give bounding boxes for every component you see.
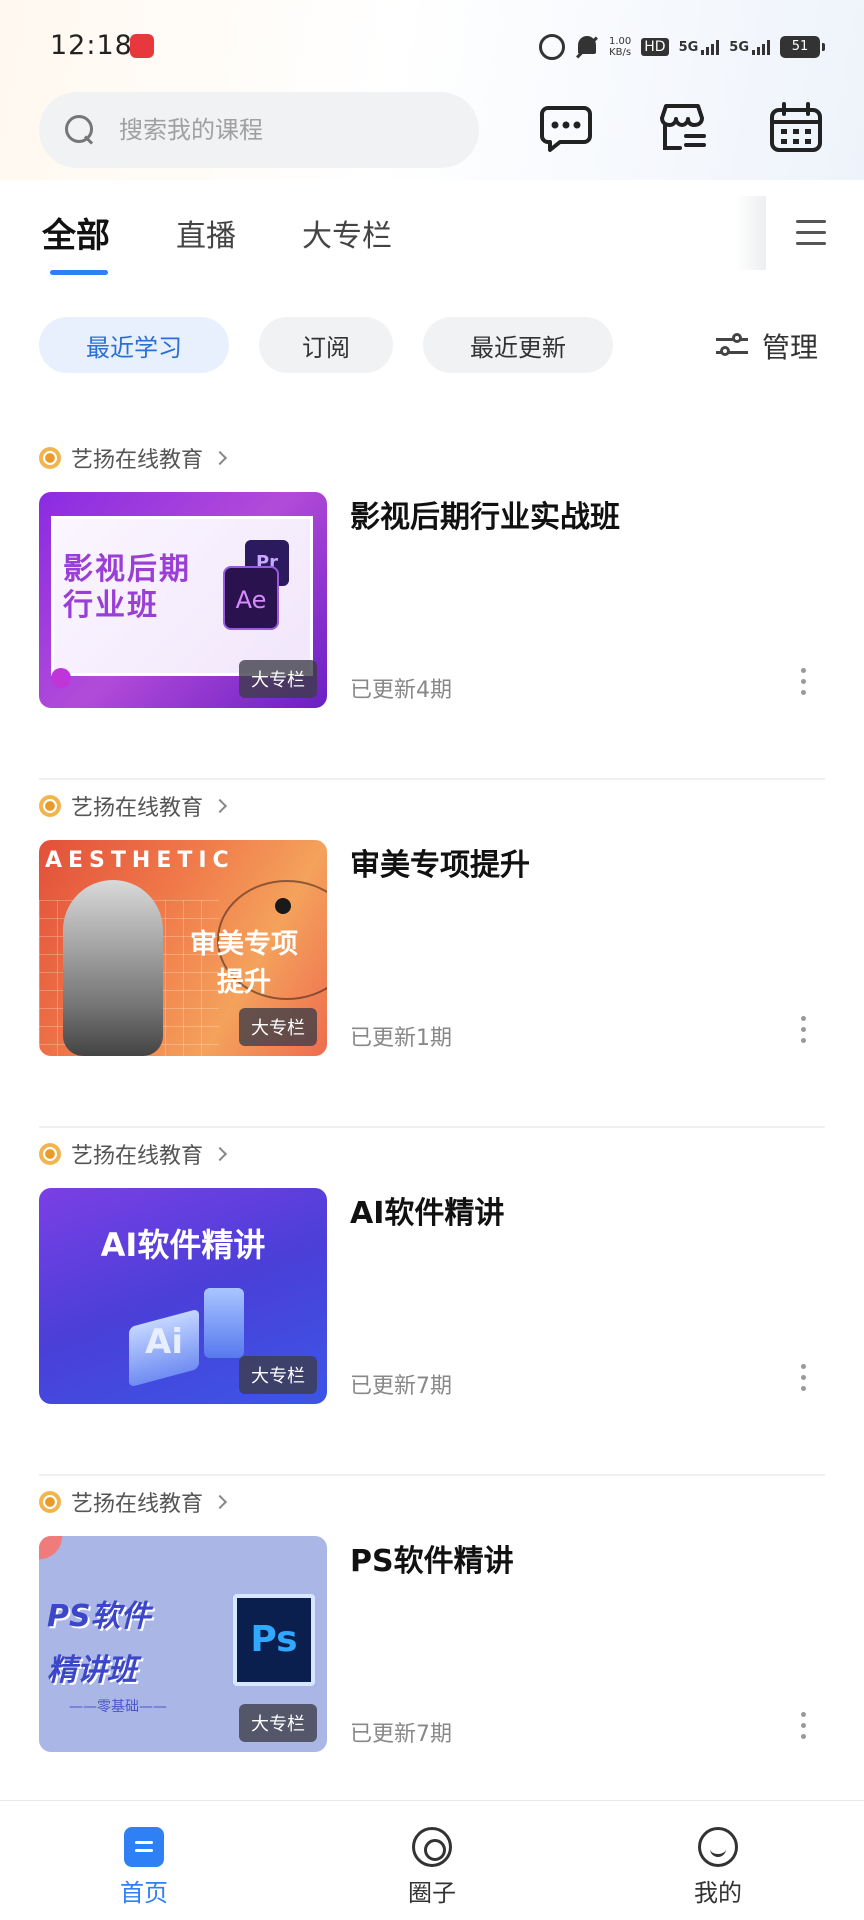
- more-options-icon[interactable]: [801, 1712, 809, 1746]
- filter-recent-study[interactable]: 最近学习: [39, 317, 229, 373]
- publisher-name: 艺扬在线教育: [71, 1144, 204, 1169]
- column-badge: 大专栏: [239, 1704, 317, 1742]
- nav-circle-label: 圈子: [408, 1879, 456, 1907]
- update-count: 已更新1期: [350, 1026, 452, 1051]
- circle-icon: [412, 1827, 452, 1867]
- publisher-link[interactable]: 艺扬在线教育: [39, 1138, 228, 1170]
- update-count: 已更新4期: [350, 678, 452, 703]
- calendar-icon[interactable]: [768, 100, 824, 156]
- chevron-right-icon: [212, 450, 228, 466]
- nav-me-label: 我的: [694, 1879, 742, 1907]
- column-badge: 大专栏: [239, 1356, 317, 1394]
- more-options-icon[interactable]: [801, 1016, 809, 1050]
- nav-me[interactable]: 我的: [658, 1827, 778, 1908]
- filter-sliders-icon: [716, 332, 748, 360]
- course-thumbnail[interactable]: 影视后期 行业班 Pr Ae 大专栏: [39, 492, 327, 708]
- publisher-link[interactable]: 艺扬在线教育: [39, 790, 228, 822]
- search-icon: [65, 115, 95, 145]
- signal-5g-icon-2: 5G: [729, 39, 770, 55]
- chevron-right-icon: [212, 1146, 228, 1162]
- status-time: 12:18: [50, 30, 133, 61]
- course-thumbnail[interactable]: AESTHETIC 审美专项 提升 大专栏: [39, 840, 327, 1056]
- thumbnail-subtext: ——零基础——: [69, 1699, 167, 1715]
- update-count: 已更新7期: [350, 1722, 452, 1747]
- course-title[interactable]: 审美专项提升: [350, 840, 530, 884]
- network-speed: 1.00 KB/s: [608, 36, 632, 58]
- category-tabs: 全部 直播 大专栏: [42, 208, 458, 275]
- bottom-navigation: 首页 圈子 我的: [0, 1800, 864, 1920]
- alarm-icon: [538, 34, 565, 60]
- app-notification-icon: [130, 34, 154, 58]
- filter-chips: 最近学习 订阅 最近更新: [39, 317, 613, 373]
- manage-button[interactable]: 管理: [716, 326, 818, 366]
- thumbnail-text: PS软件 精讲班: [47, 1599, 151, 1688]
- publisher-link[interactable]: 艺扬在线教育: [39, 1486, 228, 1518]
- thumbnail-text: 审美专项 提升: [190, 929, 298, 998]
- publisher-name: 艺扬在线教育: [71, 448, 204, 473]
- filter-recent-update[interactable]: 最近更新: [423, 317, 613, 373]
- search-bar[interactable]: [39, 92, 479, 168]
- publisher-link[interactable]: 艺扬在线教育: [39, 442, 228, 474]
- publisher-logo-icon: [39, 1491, 61, 1513]
- tab-column[interactable]: 大专栏: [302, 211, 392, 273]
- message-icon[interactable]: [538, 100, 594, 156]
- illustrator-logo: Ai: [145, 1322, 183, 1362]
- filter-subscribed[interactable]: 订阅: [259, 317, 393, 373]
- course-title[interactable]: 影视后期行业实战班: [350, 492, 620, 536]
- statue-image: [63, 880, 163, 1056]
- nav-home[interactable]: 首页: [84, 1827, 204, 1908]
- thumbnail-text: 影视后期 行业班: [63, 552, 191, 623]
- after-effects-logo: Ae: [223, 566, 279, 630]
- course-item[interactable]: 艺扬在线教育 AI软件精讲 Ai 大专栏 AI软件精讲 已更新7期: [39, 1128, 825, 1476]
- course-thumbnail[interactable]: AI软件精讲 Ai 大专栏: [39, 1188, 327, 1404]
- status-bar: 12:18 1.00 KB/s HD 5G 5G 51: [0, 0, 864, 96]
- store-list-icon[interactable]: [654, 100, 710, 156]
- publisher-logo-icon: [39, 1143, 61, 1165]
- home-icon: [124, 1827, 164, 1867]
- course-thumbnail[interactable]: PS软件 精讲班 ——零基础—— Ps 大专栏: [39, 1536, 327, 1752]
- thumbnail-text-top: AESTHETIC: [45, 848, 235, 873]
- publisher-logo-icon: [39, 795, 61, 817]
- publisher-name: 艺扬在线教育: [71, 1492, 204, 1517]
- nav-circle[interactable]: 圈子: [372, 1827, 492, 1908]
- thumbnail-text: AI软件精讲: [100, 1226, 266, 1264]
- course-item[interactable]: 艺扬在线教育 PS软件 精讲班 ——零基础—— Ps 大专栏 PS软件精讲 已更新…: [39, 1476, 825, 1824]
- search-input[interactable]: [119, 116, 439, 144]
- photoshop-logo: Ps: [233, 1594, 315, 1686]
- publisher-logo-icon: [39, 447, 61, 469]
- chevron-right-icon: [212, 798, 228, 814]
- menu-icon[interactable]: [796, 220, 826, 246]
- course-title[interactable]: AI软件精讲: [350, 1188, 504, 1232]
- course-item[interactable]: 艺扬在线教育 AESTHETIC 审美专项 提升 大专栏 审美专项提升 已更新1期: [39, 780, 825, 1128]
- publisher-name: 艺扬在线教育: [71, 796, 204, 821]
- smiley-icon: [698, 1827, 738, 1867]
- status-indicators: 1.00 KB/s HD 5G 5G 51: [538, 30, 825, 64]
- column-badge: 大专栏: [239, 1008, 317, 1046]
- nav-home-label: 首页: [120, 1879, 168, 1907]
- update-count: 已更新7期: [350, 1374, 452, 1399]
- more-options-icon[interactable]: [801, 668, 809, 702]
- tab-all[interactable]: 全部: [42, 208, 110, 275]
- tab-live[interactable]: 直播: [176, 211, 236, 273]
- tabs-fade-divider: [736, 196, 766, 270]
- battery-icon: 51: [780, 36, 825, 58]
- signal-5g-icon: 5G: [679, 39, 720, 55]
- column-badge: 大专栏: [239, 660, 317, 698]
- more-options-icon[interactable]: [801, 1364, 809, 1398]
- hd-icon: HD: [641, 38, 669, 56]
- mute-bell-icon: [575, 34, 599, 60]
- course-list: 艺扬在线教育 影视后期 行业班 Pr Ae 大专栏 影视后期行业实战班 已更新4期…: [39, 432, 825, 1824]
- chevron-right-icon: [212, 1494, 228, 1510]
- manage-label: 管理: [762, 331, 819, 364]
- course-item[interactable]: 艺扬在线教育 影视后期 行业班 Pr Ae 大专栏 影视后期行业实战班 已更新4期: [39, 432, 825, 780]
- course-title[interactable]: PS软件精讲: [350, 1536, 514, 1580]
